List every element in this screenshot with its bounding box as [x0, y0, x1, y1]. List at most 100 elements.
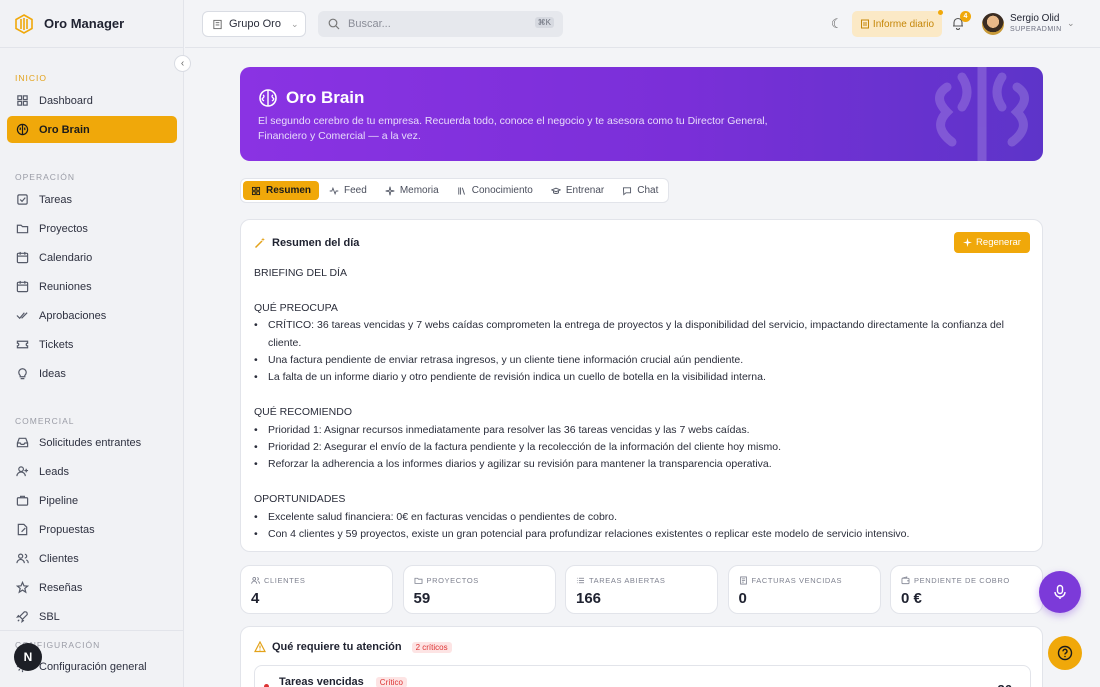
brain-decoration-icon	[935, 67, 1029, 161]
stat-card-tareas-abiertas[interactable]: TAREAS ABIERTAS 166	[565, 565, 718, 614]
stat-value: 4	[251, 590, 260, 607]
sidebar-item-label: Dashboard	[39, 94, 93, 107]
collapse-sidebar-button[interactable]: ‹	[174, 55, 191, 72]
sidebar-section-title: COMERCIAL	[15, 416, 75, 426]
user-name[interactable]: Sergio Olid	[1010, 13, 1059, 24]
stat-label: PENDIENTE DE COBRO	[914, 576, 1010, 585]
folder-icon	[414, 577, 422, 584]
sidebar: Oro Manager INICIO Dashboard Oro Brain OPER…	[0, 0, 184, 687]
sidebar-item-solicitudes-entrantes[interactable]: Solicitudes entrantes	[7, 429, 177, 456]
invoice-icon	[739, 576, 747, 585]
sidebar-item-proyectos[interactable]: Proyectos	[7, 215, 177, 242]
stat-card-clientes[interactable]: CLIENTES 4	[240, 565, 393, 614]
avatar[interactable]	[982, 13, 1004, 35]
theme-toggle-moon-icon[interactable]: ☾	[831, 16, 843, 32]
sidebar-item-label: Aprobaciones	[39, 309, 107, 322]
help-button[interactable]	[1048, 636, 1082, 670]
search-input[interactable]: Buscar... ⌘K	[318, 11, 563, 37]
tab-feed[interactable]: Feed	[321, 181, 375, 200]
sidebar-item-oro-brain[interactable]: Oro Brain	[7, 116, 177, 143]
tab-memoria[interactable]: Memoria	[377, 181, 447, 200]
briefing-heading: BRIEFING DEL DÍA	[254, 267, 347, 279]
chevron-down-icon[interactable]: ⌄	[1067, 18, 1075, 29]
microphone-icon	[1054, 584, 1066, 599]
tab-entrenar[interactable]: Entrenar	[543, 181, 612, 200]
oro-brain-tabs: Resumen Feed Memoria Conocimiento Entrenar Ch…	[240, 178, 670, 203]
group-selector[interactable]: Grupo Oro ⌄	[202, 11, 306, 37]
stat-value: 0	[738, 590, 747, 607]
voice-assistant-button[interactable]	[1039, 571, 1081, 613]
regenerate-button[interactable]: Regenerar	[954, 232, 1030, 253]
ticket-icon	[16, 340, 29, 349]
sidebar-item-pipeline[interactable]: Pipeline	[7, 487, 177, 514]
sidebar-item-tareas[interactable]: Tareas	[7, 186, 177, 213]
users-icon	[16, 553, 29, 564]
double-check-icon	[16, 312, 28, 320]
bullet-dot: •	[254, 528, 258, 541]
briefing-bullet-text: Reforzar la adherencia a los informes di…	[268, 458, 772, 471]
tab-label: Conocimiento	[471, 185, 533, 196]
sidebar-item-clientes[interactable]: Clientes	[7, 545, 177, 572]
sidebar-item-dashboard[interactable]: Dashboard	[7, 87, 177, 114]
sidebar-item-label: Leads	[39, 465, 69, 478]
stat-card-proyectos[interactable]: PROYECTOS 59	[402, 565, 556, 614]
checkbox-icon	[17, 194, 28, 205]
attention-item-overdue-tasks[interactable]: Tareas vencidas Crítico 36	[254, 665, 1031, 687]
sidebar-item-leads[interactable]: Leads	[7, 458, 177, 485]
attention-item-title-row: Tareas vencidas Crítico	[279, 676, 407, 687]
briefing-section-title: OPORTUNIDADES	[254, 493, 346, 506]
sidebar-item-tickets[interactable]: Tickets	[7, 331, 177, 358]
chevron-left-icon: ‹	[180, 58, 185, 69]
tab-label: Feed	[344, 185, 367, 196]
stat-label: PROYECTOS	[426, 576, 479, 585]
sidebar-item-reuniones[interactable]: Reuniones	[7, 273, 177, 300]
stat-label: TAREAS ABIERTAS	[589, 576, 666, 585]
report-indicator-dot	[938, 10, 943, 15]
sidebar-item-resenas[interactable]: Reseñas	[7, 574, 177, 601]
bullet-dot: •	[254, 423, 258, 436]
oro-brain-hero: Oro Brain El segundo cerebro de tu empre…	[240, 67, 1043, 161]
bullet-dot: •	[254, 371, 258, 384]
sidebar-item-label: Propuestas	[39, 523, 95, 536]
user-role: SUPERADMIN	[1010, 26, 1062, 33]
brand[interactable]: Oro Manager	[0, 0, 183, 48]
stat-value: 59	[413, 590, 431, 607]
attention-title: Qué requiere tu atención	[272, 641, 402, 653]
building-icon	[213, 19, 222, 29]
briefing-text: BRIEFING DEL DÍA QUÉ PREOCUPA • CRÍTICO: 36…	[254, 265, 1034, 543]
stat-value: 0 €	[901, 590, 922, 607]
briefing-bullet: • Reforzar la adherencia a los informes d…	[254, 456, 1034, 473]
workspace-badge[interactable]: N	[14, 643, 42, 671]
sidebar-section-title: OPERACIÓN	[15, 172, 76, 182]
chevron-down-icon: ⌄	[290, 18, 299, 29]
sidebar-item-ideas[interactable]: Ideas	[7, 360, 177, 387]
stat-label-row: TAREAS ABIERTAS	[576, 576, 666, 585]
search-icon	[328, 18, 340, 30]
sidebar-item-label: Reseñas	[39, 581, 83, 594]
sidebar-item-sbl[interactable]: SBL	[7, 603, 177, 630]
library-icon	[458, 186, 465, 195]
bullet-dot: •	[254, 458, 258, 471]
hero-title-row: Oro Brain	[258, 88, 364, 108]
brain-icon	[259, 89, 277, 107]
sidebar-item-aprobaciones[interactable]: Aprobaciones	[7, 302, 177, 329]
inbox-icon	[16, 437, 29, 448]
chat-icon	[623, 186, 632, 196]
notification-count-badge: 4	[960, 11, 971, 22]
tab-chat[interactable]: Chat	[614, 181, 666, 200]
tab-conocimiento[interactable]: Conocimiento	[449, 181, 541, 200]
stat-card-pendiente-de-cobro[interactable]: PENDIENTE DE COBRO 0 €	[890, 565, 1043, 614]
brain-icon	[16, 123, 29, 136]
list-icon	[576, 577, 585, 584]
briefing-bullet: • Prioridad 2: Asegurar el envío de la fa…	[254, 439, 1034, 456]
daily-report-button[interactable]: Informe diario	[852, 11, 942, 37]
sidebar-item-propuestas[interactable]: Propuestas	[7, 516, 177, 543]
hero-subtitle: El segundo cerebro de tu empresa. Recuer…	[258, 115, 768, 142]
sidebar-item-label: Ideas	[39, 367, 66, 380]
stat-card-facturas-vencidas[interactable]: FACTURAS VENCIDAS 0	[727, 565, 881, 614]
sparkle-icon	[385, 186, 395, 195]
daily-summary-card: Resumen del día Regenerar BRIEFING DEL D…	[240, 219, 1043, 552]
sidebar-item-calendario[interactable]: Calendario	[7, 244, 177, 271]
tab-resumen[interactable]: Resumen	[243, 181, 320, 200]
